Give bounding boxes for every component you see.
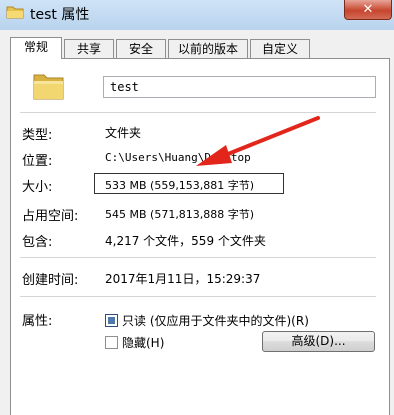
readonly-checkbox[interactable]: [105, 314, 118, 327]
window-title: test 属性: [30, 7, 90, 23]
tab-general[interactable]: 常规: [10, 37, 62, 59]
title-bar: test 属性 ✕: [0, 0, 394, 30]
advanced-button[interactable]: 高级(D)...: [262, 331, 375, 352]
location-value: C:\Users\Huang\Desktop: [105, 151, 251, 164]
created-value: 2017年1月11日，15:29:37: [105, 272, 261, 286]
attributes-label: 属性:: [22, 314, 53, 329]
location-label: 位置:: [22, 154, 53, 169]
divider: [20, 257, 376, 258]
close-icon: ✕: [362, 2, 374, 17]
tab-customize[interactable]: 自定义: [250, 39, 310, 58]
folder-name-input[interactable]: [103, 76, 376, 98]
type-label: 类型:: [22, 128, 53, 143]
close-button[interactable]: ✕: [344, 0, 392, 20]
size-on-disk-value: 545 MB (571,813,888 字节): [105, 208, 255, 221]
tab-sharing[interactable]: 共享: [64, 39, 114, 58]
contains-value: 4,217 个文件，559 个文件夹: [105, 234, 266, 248]
divider: [20, 296, 376, 297]
hidden-label[interactable]: 隐藏(H): [122, 334, 164, 351]
tab-previous-versions[interactable]: 以前的版本: [168, 39, 248, 58]
divider: [20, 112, 376, 113]
tab-strip: 常规 共享 安全 以前的版本 自定义: [10, 37, 390, 59]
folder-icon: [6, 6, 24, 19]
size-value: 533 MB (559,153,881 字节): [105, 179, 255, 192]
tab-security[interactable]: 安全: [116, 39, 166, 58]
readonly-label[interactable]: 只读 (仅应用于文件夹中的文件)(R): [122, 312, 309, 329]
folder-icon: [33, 74, 64, 100]
type-value: 文件夹: [105, 126, 142, 140]
size-label: 大小:: [22, 180, 53, 195]
hidden-checkbox[interactable]: [105, 336, 118, 349]
created-label: 创建时间:: [22, 273, 79, 288]
size-on-disk-label: 占用空间:: [22, 209, 79, 224]
contains-label: 包含:: [22, 235, 53, 250]
